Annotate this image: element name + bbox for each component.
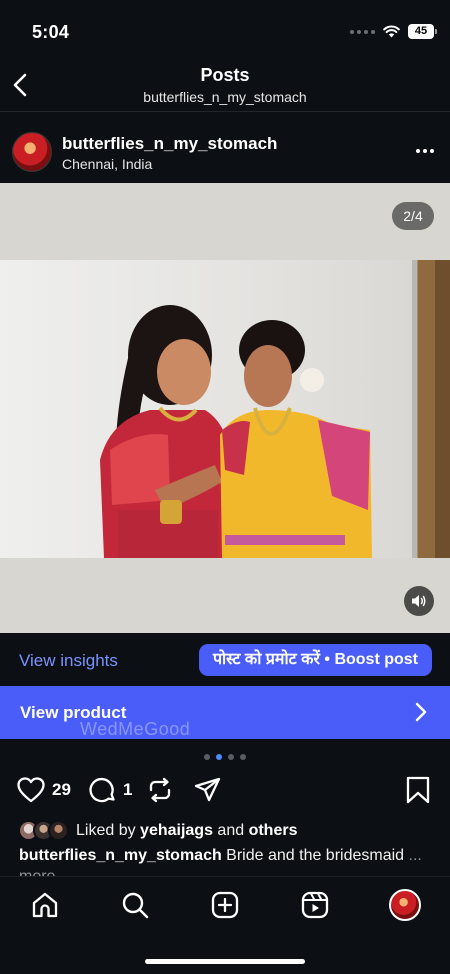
post-media[interactable]: 2/4 xyxy=(0,183,450,633)
post-location[interactable]: Chennai, India xyxy=(62,156,152,172)
home-indicator xyxy=(145,959,305,964)
comment-icon xyxy=(89,777,115,802)
avatar xyxy=(48,820,69,841)
post-actions: 29 1 xyxy=(0,772,450,810)
nav-reels[interactable] xyxy=(299,889,331,921)
nav-profile[interactable] xyxy=(389,889,421,921)
heart-icon xyxy=(17,777,45,803)
bride-and-bridesmaid-photo xyxy=(100,305,372,558)
home-icon xyxy=(32,892,58,918)
comment-button[interactable]: 1 xyxy=(89,776,132,804)
profile-avatar xyxy=(389,889,421,921)
view-product-bar[interactable]: View product WedMeGood xyxy=(0,686,450,739)
bookmark-icon xyxy=(406,776,430,804)
carousel-dot xyxy=(240,754,246,760)
carousel-dot xyxy=(228,754,234,760)
more-dots-icon xyxy=(416,149,420,153)
wifi-icon xyxy=(383,25,400,38)
comment-count: 1 xyxy=(123,780,133,799)
repost-icon xyxy=(149,777,171,803)
caption-username[interactable]: butterflies_n_my_stomach xyxy=(19,847,222,864)
repost-button[interactable] xyxy=(147,776,173,804)
post-author-row: butterflies_n_my_stomach Chennai, India xyxy=(0,122,450,182)
bottom-nav xyxy=(0,876,450,974)
like-button[interactable]: 29 xyxy=(17,776,71,804)
more-options-button[interactable] xyxy=(414,140,436,162)
carousel-dot-active xyxy=(216,754,222,760)
reels-icon xyxy=(301,891,329,919)
status-time: 5:04 xyxy=(32,22,70,42)
nav-search[interactable] xyxy=(119,889,151,921)
product-chevron xyxy=(410,701,432,723)
view-insights-link[interactable]: View insights xyxy=(19,651,118,671)
like-count: 29 xyxy=(52,780,71,799)
nav-home[interactable] xyxy=(29,889,61,921)
liked-by-others[interactable]: others xyxy=(249,822,298,839)
audio-toggle-button[interactable] xyxy=(404,586,434,616)
search-icon xyxy=(122,892,149,919)
author-avatar[interactable] xyxy=(12,132,52,172)
media-counter-badge: 2/4 xyxy=(392,202,434,230)
page-title: Posts xyxy=(200,65,250,85)
boost-post-button[interactable]: पोस्ट को प्रमोट करें • Boost post xyxy=(198,644,432,676)
insights-row: View insights पोस्ट को प्रमोट करें • Boo… xyxy=(0,634,450,686)
share-button[interactable] xyxy=(194,776,221,804)
status-bar: 5:04 45 xyxy=(0,0,450,60)
share-icon xyxy=(194,777,221,802)
page-subtitle: butterflies_n_my_stomach xyxy=(143,89,307,105)
create-icon xyxy=(211,891,239,919)
chevron-right-icon xyxy=(415,702,427,722)
signal-icon xyxy=(350,29,375,34)
status-icons: 45 xyxy=(350,24,437,39)
author-username[interactable]: butterflies_n_my_stomach xyxy=(62,134,277,154)
watermark-text: WedMeGood xyxy=(80,719,191,739)
carousel-dots xyxy=(0,754,450,760)
liked-by-text: Liked by yehaijags and others xyxy=(76,822,298,839)
post-photo xyxy=(0,260,450,558)
speaker-icon xyxy=(412,595,426,607)
carousel-dot xyxy=(204,754,210,760)
liked-by-row[interactable]: Liked by yehaijags and others xyxy=(18,820,297,842)
caption-text: Bride and the bridesmaid xyxy=(221,847,405,864)
battery-icon: 45 xyxy=(408,24,437,39)
liker-avatars xyxy=(18,820,76,842)
save-button[interactable] xyxy=(406,776,430,804)
posts-header: Posts butterflies_n_my_stomach xyxy=(0,60,450,112)
nav-create[interactable] xyxy=(209,889,241,921)
liker-username[interactable]: yehaijags xyxy=(140,822,213,839)
